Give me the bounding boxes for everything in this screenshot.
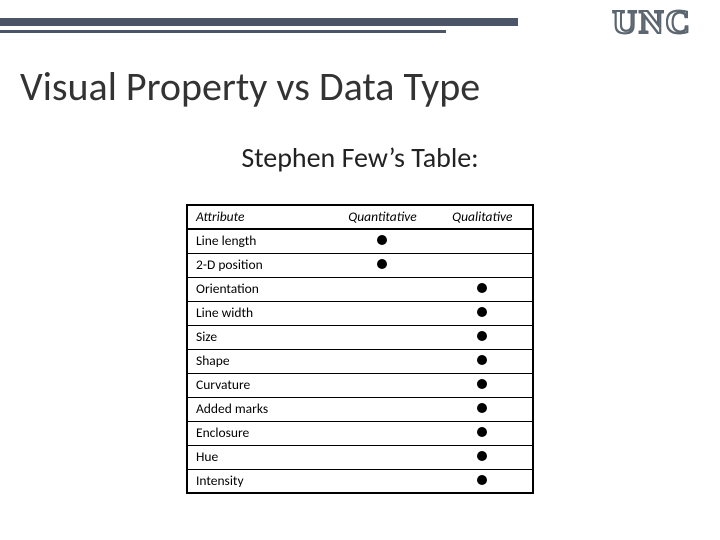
col-quantitative: Quantitative xyxy=(332,205,432,229)
dot-icon xyxy=(377,235,387,245)
qualitative-cell xyxy=(433,445,533,469)
qualitative-cell xyxy=(433,421,533,445)
table-row: Line width xyxy=(187,301,533,325)
attribute-cell: 2-D position xyxy=(187,253,332,277)
attribute-table: Attribute Quantitative Qualitative Line … xyxy=(186,204,534,494)
dot-icon xyxy=(377,259,387,269)
slide: UNC Visual Property vs Data Type Stephen… xyxy=(0,0,720,540)
dot-icon xyxy=(477,475,487,485)
qualitative-cell xyxy=(433,301,533,325)
table-row: 2-D position xyxy=(187,253,533,277)
page-subtitle: Stephen Few’s Table: xyxy=(0,140,720,175)
quantitative-cell xyxy=(332,325,432,349)
attribute-cell: Line width xyxy=(187,301,332,325)
attribute-cell: Curvature xyxy=(187,373,332,397)
quantitative-cell xyxy=(332,373,432,397)
table-body: Line length2-D positionOrientationLine w… xyxy=(187,229,533,493)
dot-icon xyxy=(477,427,487,437)
table-row: Orientation xyxy=(187,277,533,301)
quantitative-cell xyxy=(332,229,432,253)
table-row: Added marks xyxy=(187,397,533,421)
header-bar-thin xyxy=(0,30,446,33)
brand-logo: UNC xyxy=(612,4,692,42)
qualitative-cell xyxy=(433,229,533,253)
quantitative-cell xyxy=(332,277,432,301)
table-row: Intensity xyxy=(187,469,533,493)
attribute-cell: Enclosure xyxy=(187,421,332,445)
header-row: Attribute Quantitative Qualitative xyxy=(187,205,533,229)
dot-icon xyxy=(477,379,487,389)
quantitative-cell xyxy=(332,301,432,325)
quantitative-cell xyxy=(332,445,432,469)
table-row: Size xyxy=(187,325,533,349)
qualitative-cell xyxy=(433,325,533,349)
table-row: Curvature xyxy=(187,373,533,397)
table-row: Shape xyxy=(187,349,533,373)
header-bar-thick xyxy=(0,18,518,26)
quantitative-cell xyxy=(332,253,432,277)
col-attribute: Attribute xyxy=(187,205,332,229)
attribute-cell: Shape xyxy=(187,349,332,373)
table-row: Hue xyxy=(187,445,533,469)
qualitative-cell xyxy=(433,253,533,277)
quantitative-cell xyxy=(332,421,432,445)
quantitative-cell xyxy=(332,349,432,373)
qualitative-cell xyxy=(433,373,533,397)
dot-icon xyxy=(477,403,487,413)
dot-icon xyxy=(477,451,487,461)
dot-icon xyxy=(477,283,487,293)
qualitative-cell xyxy=(433,397,533,421)
qualitative-cell xyxy=(433,277,533,301)
few-table: Attribute Quantitative Qualitative Line … xyxy=(186,204,534,494)
col-qualitative: Qualitative xyxy=(433,205,533,229)
table-row: Line length xyxy=(187,229,533,253)
attribute-cell: Added marks xyxy=(187,397,332,421)
table-row: Enclosure xyxy=(187,421,533,445)
page-title: Visual Property vs Data Type xyxy=(20,62,480,111)
attribute-cell: Size xyxy=(187,325,332,349)
qualitative-cell xyxy=(433,349,533,373)
attribute-cell: Hue xyxy=(187,445,332,469)
attribute-cell: Orientation xyxy=(187,277,332,301)
attribute-cell: Line length xyxy=(187,229,332,253)
attribute-cell: Intensity xyxy=(187,469,332,493)
quantitative-cell xyxy=(332,469,432,493)
qualitative-cell xyxy=(433,469,533,493)
quantitative-cell xyxy=(332,397,432,421)
dot-icon xyxy=(477,355,487,365)
dot-icon xyxy=(477,331,487,341)
dot-icon xyxy=(477,307,487,317)
